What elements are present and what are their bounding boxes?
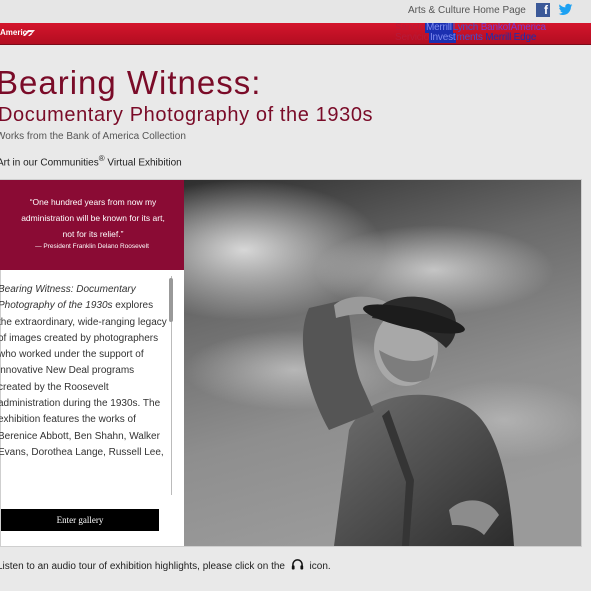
page-title: Bearing Witness: (0, 64, 262, 101)
twitter-icon[interactable] (558, 2, 573, 17)
quote-attribution: — President Franklin Delano Roosevelt (35, 243, 149, 250)
farmer-shading-eyes-photo (184, 180, 581, 546)
nav-row-2: ServicioInvestments Merrill Edge (395, 33, 580, 43)
arts-culture-home-link[interactable]: Arts & Culture Home Page (408, 5, 526, 16)
exhibition-label-prefix: Art in our Communities (0, 157, 99, 169)
audio-tour-text-end: icon. (309, 561, 331, 572)
nav-links-overlap[interactable]: SanctoMerrillLynch BankofAmerica Servici… (395, 23, 580, 44)
featured-photograph (184, 180, 581, 546)
top-utility-bar: Arts & Culture Home Page f (0, 0, 591, 23)
facebook-icon[interactable]: f (536, 3, 550, 17)
audio-tour-text: Listen to an audio tour of exhibition hi… (0, 561, 285, 572)
headphones-icon[interactable] (291, 559, 304, 570)
exhibition-description[interactable]: Bearing Witness: Documentary Photography… (0, 282, 168, 494)
flag-icon (23, 30, 35, 36)
description-scrollbar-thumb[interactable] (169, 278, 173, 322)
description-body: explores the extraordinary, wide-ranging… (0, 300, 167, 458)
page-title-line2: Documentary Photography of the 1930s (0, 104, 374, 126)
quote-text: “One hundred years from now my administr… (21, 197, 165, 239)
exhibition-label-suffix: Virtual Exhibition (104, 157, 182, 169)
page-subtitle: Works from the Bank of America Collectio… (0, 131, 186, 142)
nav-item[interactable]: Servicio (395, 32, 429, 43)
nav-item[interactable]: Invest (428, 33, 457, 43)
enter-gallery-button[interactable]: Enter gallery (1, 509, 159, 531)
nav-item[interactable]: ments (456, 32, 482, 43)
quote-box: “One hundred years from now my administr… (0, 180, 184, 270)
exhibition-label: Art in our Communities® Virtual Exhibiti… (0, 154, 182, 168)
audio-tour-instructions: Listen to an audio tour of exhibition hi… (0, 559, 331, 572)
nav-item[interactable]: Merrill Edge (485, 32, 536, 43)
